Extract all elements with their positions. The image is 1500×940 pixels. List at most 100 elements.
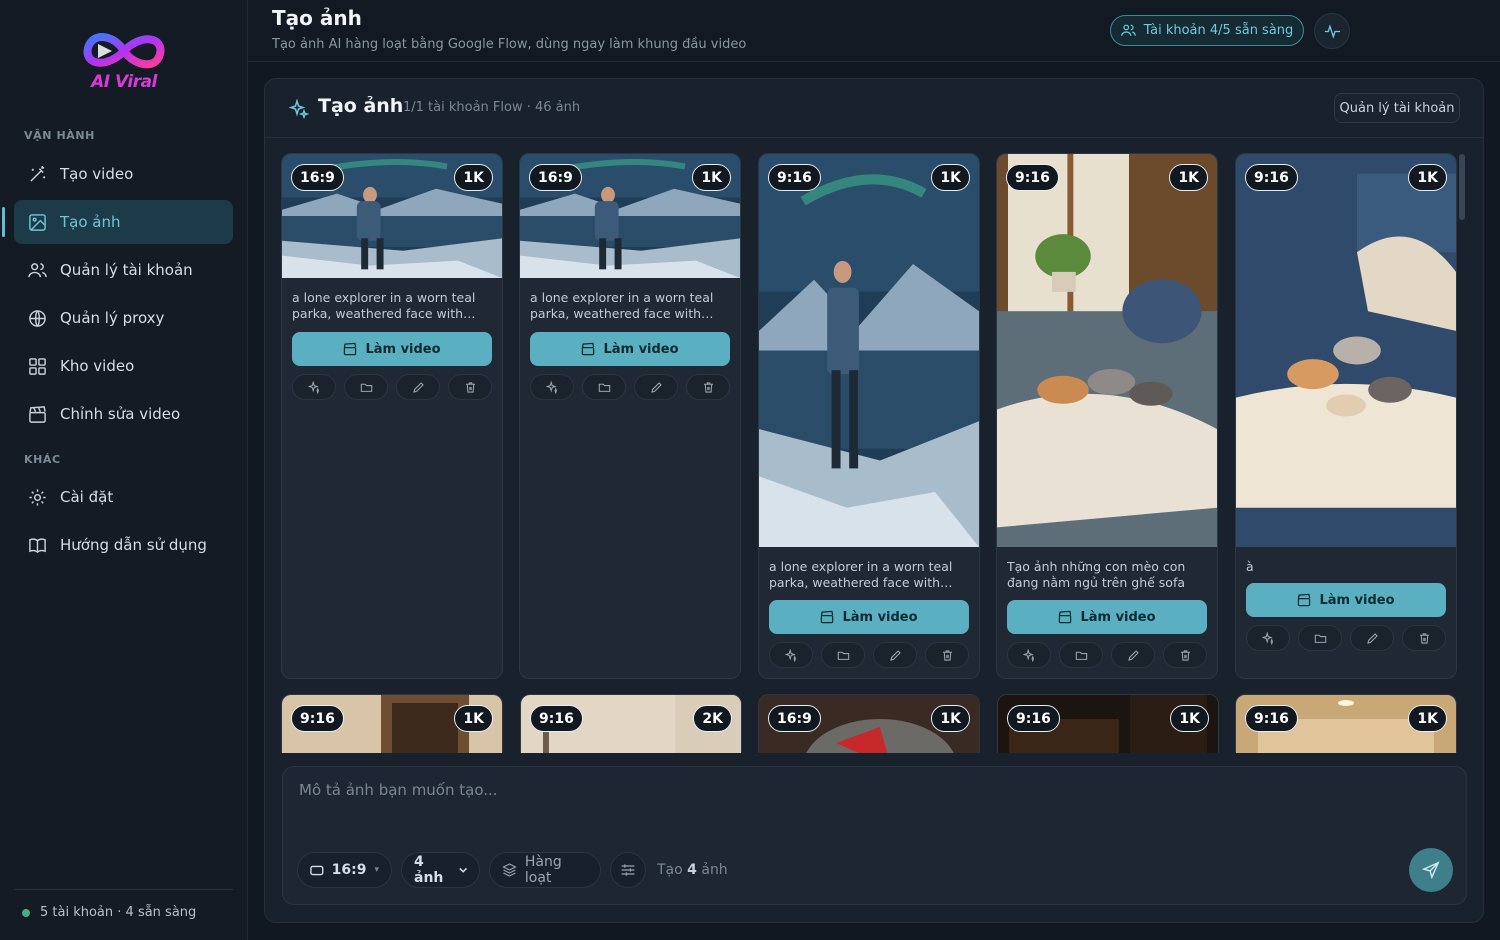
activity-icon (1324, 23, 1340, 39)
settings-sliders-button[interactable] (610, 852, 646, 888)
image-card[interactable]: 16:9 1K a lone explorer in a worn teal pa… (281, 153, 503, 679)
page-subtitle: Tạo ảnh AI hàng loạt bằng Google Flow, d… (272, 37, 747, 52)
pencil-icon (412, 381, 424, 393)
chevron-down-icon (458, 867, 467, 873)
aspect-ratio-badge: 9:16 (768, 164, 821, 191)
image-icon (29, 213, 46, 231)
clapperboard-icon (344, 342, 357, 356)
sidebar-item-guide[interactable]: Hướng dẫn sử dụng (14, 523, 233, 567)
image-card[interactable]: 9:16 1K a lone explorer in a worn teal pa… (758, 153, 980, 679)
folder-icon (837, 651, 849, 660)
aspect-ratio-badge: 9:16 (1245, 164, 1298, 191)
open-folder-button[interactable] (1059, 642, 1103, 668)
delete-button[interactable] (925, 642, 969, 668)
hint-prefix: Tạo (657, 862, 683, 878)
make-video-label: Làm video (1080, 609, 1156, 625)
panel-title: Tạo ảnh (318, 95, 404, 117)
resolution-badge: 2K (693, 705, 732, 732)
clapperboard-icon (821, 610, 834, 624)
make-video-button[interactable]: Làm video (530, 332, 730, 366)
folder-icon (360, 383, 372, 392)
aspect-ratio-select[interactable]: 16:9 ▾ (297, 852, 392, 888)
image-card[interactable]: 16:9 1K a lone explorer in a worn teal pa… (519, 153, 741, 679)
enhance-button[interactable] (530, 374, 574, 400)
manage-accounts-button[interactable]: Quản lý tài khoản (1334, 93, 1460, 123)
active-indicator (2, 207, 5, 237)
edit-button[interactable] (1350, 625, 1394, 651)
generated-image[interactable] (997, 154, 1217, 547)
brand-logo[interactable]: AI Viral (78, 26, 170, 96)
aspect-ratio-badge: 9:16 (1007, 705, 1060, 732)
panel-meta: 1/1 tài khoản Flow · 46 ảnh (403, 100, 581, 115)
resolution-badge: 1K (1408, 164, 1447, 191)
chevron-down-icon: ▾ (374, 865, 379, 875)
image-card[interactable]: 9:16 1K (281, 694, 503, 753)
send-button[interactable] (1409, 848, 1453, 892)
gallery-scrollbar[interactable] (1458, 152, 1466, 753)
delete-button[interactable] (448, 374, 492, 400)
resolution-badge: 1K (1170, 705, 1209, 732)
activity-button[interactable] (1314, 13, 1350, 49)
make-video-button[interactable]: Làm video (292, 332, 492, 366)
generated-image[interactable] (759, 154, 979, 547)
enhance-button[interactable] (1007, 642, 1051, 668)
enhance-button[interactable] (1246, 625, 1290, 651)
edit-button[interactable] (396, 374, 440, 400)
open-folder-button[interactable] (1298, 625, 1342, 651)
sparkles-icon (1261, 631, 1273, 645)
resolution-badge: 1K (931, 705, 970, 732)
book-icon (29, 537, 46, 553)
generate-hint: Tạo 4 ảnh (657, 862, 728, 878)
account-status-text: 5 tài khoản · 4 sẵn sàng (40, 905, 197, 920)
make-video-button[interactable]: Làm video (1007, 600, 1207, 634)
make-video-button[interactable]: Làm video (1246, 583, 1446, 617)
open-folder-button[interactable] (821, 642, 865, 668)
make-video-button[interactable]: Làm video (769, 600, 969, 634)
folder-icon (1314, 634, 1326, 643)
brand-name: AI Viral (91, 72, 157, 92)
edit-button[interactable] (634, 374, 678, 400)
sidebar-item-create-image[interactable]: Tạo ảnh (14, 200, 233, 244)
image-card[interactable]: 9:16 1K à Làm video (1235, 153, 1457, 679)
edit-button[interactable] (873, 642, 917, 668)
sidebar-item-proxy[interactable]: Quản lý proxy (14, 296, 233, 340)
image-count-select[interactable]: 4 ảnh (401, 852, 480, 888)
open-folder-button[interactable] (344, 374, 388, 400)
sidebar-item-settings[interactable]: Cài đặt (14, 475, 233, 519)
image-caption: a lone explorer in a worn teal parka, we… (530, 290, 714, 321)
aspect-ratio-badge: 16:9 (529, 164, 582, 191)
delete-button[interactable] (1402, 625, 1446, 651)
image-card[interactable]: 9:16 1K (1235, 694, 1457, 753)
image-card[interactable]: 16:9 1K (758, 694, 980, 753)
sidebar-item-create-video[interactable]: Tạo video (14, 152, 233, 196)
clapperboard-icon (582, 342, 595, 356)
globe-icon (29, 309, 46, 327)
delete-button[interactable] (686, 374, 730, 400)
sidebar-item-video-library[interactable]: Kho video (14, 344, 233, 388)
delete-button[interactable] (1163, 642, 1207, 668)
aspect-ratio-badge: 9:16 (530, 705, 583, 732)
status-dot-icon (22, 909, 30, 917)
scrollbar-thumb[interactable] (1459, 154, 1465, 220)
image-card[interactable]: 9:16 2K (520, 694, 742, 753)
folder-icon (1075, 651, 1087, 660)
enhance-button[interactable] (769, 642, 813, 668)
enhance-button[interactable] (292, 374, 336, 400)
sidebar-item-edit-video[interactable]: Chỉnh sửa video (14, 392, 233, 436)
batch-mode-button[interactable]: Hàng loạt (489, 852, 601, 888)
generated-image[interactable] (1236, 154, 1456, 547)
aspect-ratio-badge: 16:9 (768, 705, 821, 732)
sidebar-item-accounts[interactable]: Quản lý tài khoản (14, 248, 233, 292)
image-card[interactable]: 9:16 1K Tạo ảnh những con mèo con đang nằ… (996, 153, 1218, 679)
pencil-icon (1127, 649, 1139, 661)
open-folder-button[interactable] (582, 374, 626, 400)
resolution-badge: 1K (1169, 164, 1208, 191)
image-card[interactable]: 9:16 1K (997, 694, 1219, 753)
prompt-input[interactable] (299, 781, 1449, 841)
card-actions (1007, 642, 1207, 668)
sidebar-item-label: Tạo video (60, 165, 134, 183)
sparkles-icon (784, 648, 796, 662)
edit-button[interactable] (1111, 642, 1155, 668)
sidebar-item-label: Cài đặt (60, 488, 114, 506)
account-status-button[interactable]: Tài khoản 4/5 sẵn sàng (1110, 15, 1304, 46)
